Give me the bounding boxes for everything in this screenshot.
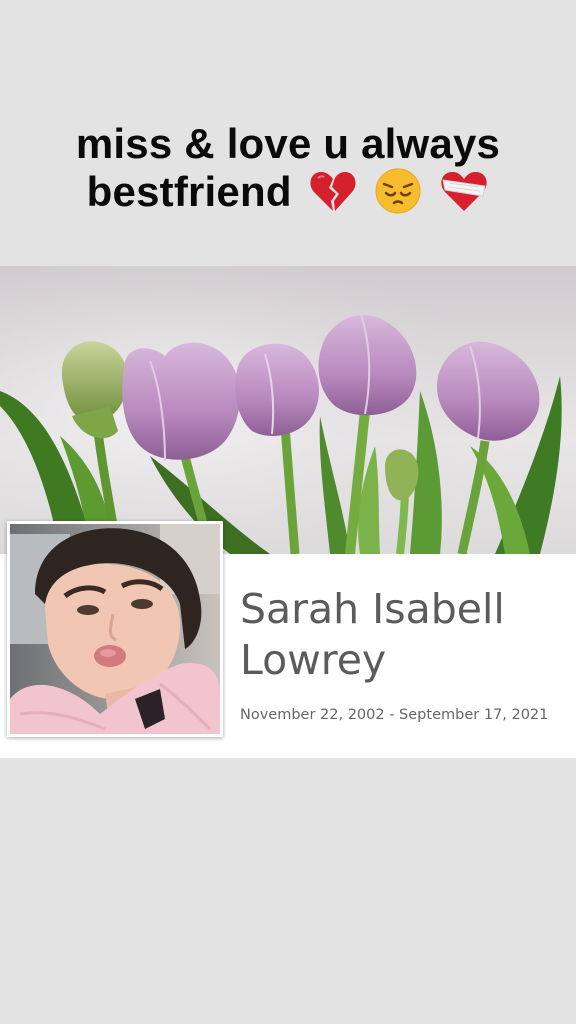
- pensive-face-emoji: [375, 168, 421, 214]
- memorial-dates: November 22, 2002 - September 17, 2021: [240, 707, 549, 723]
- story-page: miss & love u always bestfriend Sarah Is…: [0, 0, 576, 1024]
- portrait-photo: [7, 521, 223, 737]
- portrait-image: [10, 524, 220, 734]
- tulip-image: [0, 266, 576, 554]
- memorial-name: Sarah Isabell Lowrey: [240, 585, 505, 684]
- caption-word: bestfriend: [86, 168, 292, 215]
- broken-heart-emoji: [310, 171, 356, 211]
- caption-line-1: miss & love u always: [75, 120, 501, 167]
- mending-heart-emoji: [441, 171, 488, 211]
- caption-line-2: bestfriend: [0, 168, 576, 220]
- tulip-photo: [0, 266, 576, 554]
- story-caption: miss & love u always bestfriend: [0, 120, 576, 220]
